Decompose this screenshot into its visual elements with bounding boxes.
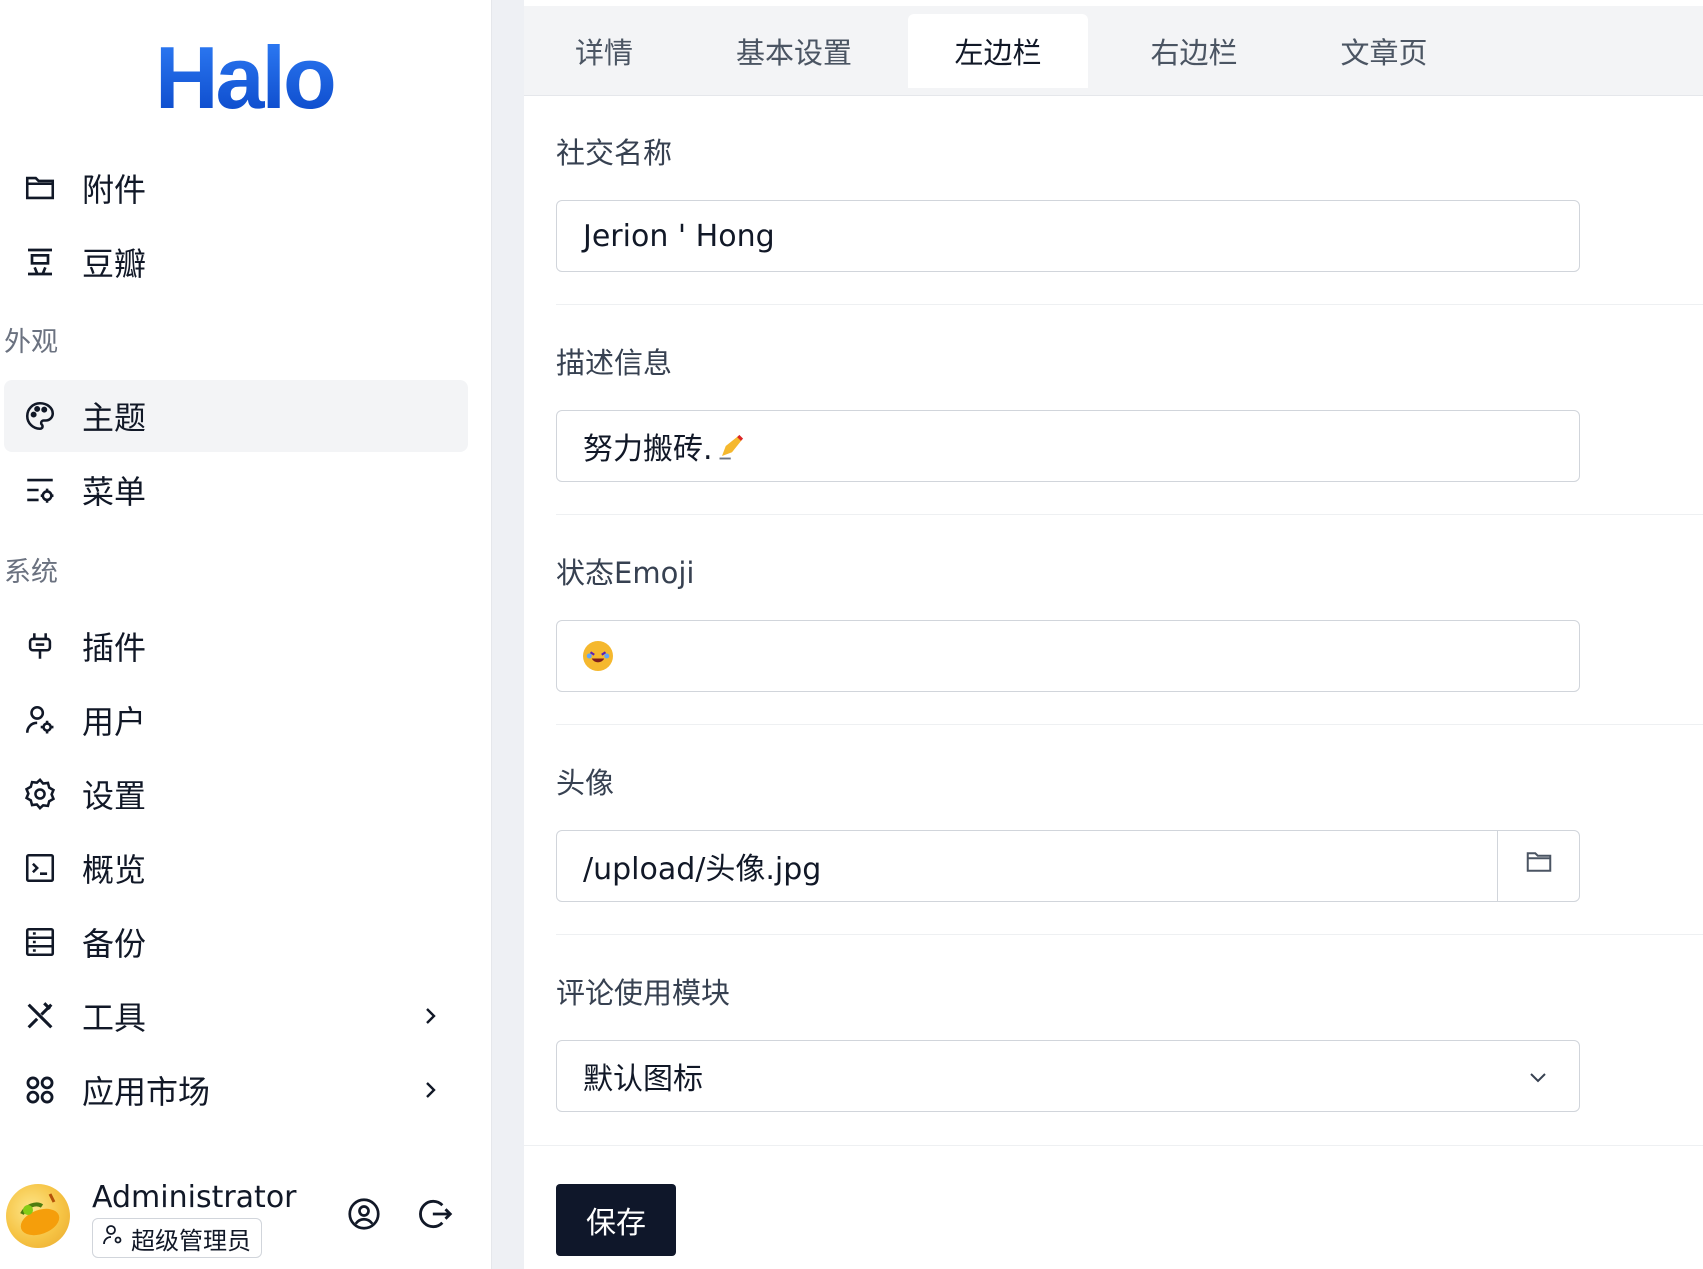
divider (556, 304, 1703, 305)
sidebar-item-attachments[interactable]: 附件 (4, 152, 468, 224)
user-settings-icon (22, 702, 58, 738)
social-name-input[interactable]: Jerion ' Hong (556, 200, 1580, 272)
sidebar-item-theme[interactable]: 主题 (4, 380, 468, 452)
tab-details[interactable]: 详情 (524, 14, 684, 88)
social-name-value: Jerion ' Hong (583, 218, 775, 254)
halo-logo[interactable]: Halo (155, 34, 337, 122)
database-icon (22, 924, 58, 960)
sidebar-item-label: 概览 (82, 851, 147, 889)
sidebar-item-label: 附件 (82, 171, 147, 209)
user-circle-icon (346, 1196, 382, 1236)
sidebar-item-backup[interactable]: 备份 (4, 906, 468, 978)
sidebar-item-overview[interactable]: 概览 (4, 832, 468, 904)
terminal-icon (22, 850, 58, 886)
status-emoji-input[interactable] (556, 620, 1580, 692)
apps-icon (22, 1072, 58, 1108)
divider (556, 514, 1703, 515)
sidebar: Halo 附件 豆瓣 外观 主题 菜单 系统 插件 用户 设置 概览 备份 工具… (0, 0, 492, 1269)
save-button[interactable]: 保存 (556, 1184, 676, 1256)
description-value: 努力搬砖. (583, 432, 713, 467)
comment-module-value: 默认图标 (583, 1062, 703, 1097)
tab-article-page[interactable]: 文章页 (1294, 14, 1474, 88)
description-label: 描述信息 (556, 346, 673, 380)
tab-left-sidebar[interactable]: 左边栏 (908, 14, 1088, 88)
user-profile: Administrator 超级管理员 (0, 1170, 492, 1269)
profile-button[interactable] (344, 1196, 384, 1236)
sidebar-item-menu[interactable]: 菜单 (4, 454, 468, 526)
folder-icon (22, 170, 58, 206)
user-settings-icon (101, 1223, 125, 1253)
logout-icon (417, 1195, 455, 1237)
tab-basic-settings[interactable]: 基本设置 (694, 14, 894, 88)
writing-hand-emoji-icon (717, 431, 747, 461)
status-emoji-label: 状态Emoji (556, 556, 695, 590)
avatar-input[interactable]: /upload/头像.jpg (556, 830, 1580, 902)
palette-icon (22, 398, 58, 434)
sidebar-item-label: 豆瓣 (82, 245, 147, 283)
sidebar-item-douban[interactable]: 豆瓣 (4, 226, 468, 298)
avatar[interactable] (6, 1184, 70, 1248)
comment-module-label: 评论使用模块 (556, 976, 731, 1010)
form-footer: 保存 (524, 1145, 1703, 1269)
sidebar-item-app-market[interactable]: 应用市场 (4, 1054, 468, 1126)
group-label-system: 系统 (4, 557, 58, 588)
avatar-label: 头像 (556, 766, 615, 800)
sidebar-item-label: 用户 (82, 703, 147, 741)
sidebar-item-label: 备份 (82, 925, 147, 963)
sidebar-item-label: 主题 (82, 399, 147, 437)
gear-icon (22, 776, 58, 812)
sidebar-item-settings[interactable]: 设置 (4, 758, 468, 830)
description-input[interactable]: 努力搬砖. (556, 410, 1580, 482)
settings-tabs: 详情 基本设置 左边栏 右边栏 文章页 (524, 6, 1703, 96)
sidebar-item-label: 应用市场 (82, 1073, 211, 1111)
group-label-appearance: 外观 (4, 327, 58, 358)
divider (556, 934, 1703, 935)
role-label: 超级管理员 (131, 1226, 251, 1255)
social-name-label: 社交名称 (556, 136, 673, 170)
logout-button[interactable] (416, 1196, 456, 1236)
chevron-right-icon (416, 1076, 444, 1104)
laughing-emoji-icon (583, 641, 613, 671)
comment-module-select[interactable]: 默认图标 (556, 1040, 1580, 1112)
douban-icon (22, 244, 58, 280)
tab-right-sidebar[interactable]: 右边栏 (1104, 14, 1284, 88)
sidebar-item-label: 插件 (82, 629, 147, 667)
chevron-right-icon (416, 1002, 444, 1030)
sidebar-item-plugins[interactable]: 插件 (4, 610, 468, 682)
menu-settings-icon (22, 472, 58, 508)
divider (556, 724, 1703, 725)
role-badge: 超级管理员 (92, 1218, 262, 1258)
theme-settings-panel: 详情 基本设置 左边栏 右边栏 文章页 社交名称 Jerion ' Hong 描… (524, 0, 1703, 1269)
chevron-down-icon (1523, 1062, 1553, 1092)
tools-icon (22, 998, 58, 1034)
sidebar-item-label: 设置 (82, 777, 147, 815)
avatar-value: /upload/头像.jpg (583, 852, 822, 887)
attachment-picker-button[interactable] (1497, 831, 1579, 901)
sidebar-item-label: 工具 (82, 999, 147, 1037)
folder-icon (1524, 847, 1554, 885)
user-name: Administrator (92, 1180, 297, 1215)
sidebar-item-label: 菜单 (82, 473, 147, 511)
plug-icon (22, 628, 58, 664)
sidebar-item-tools[interactable]: 工具 (4, 980, 468, 1052)
sidebar-item-users[interactable]: 用户 (4, 684, 468, 756)
